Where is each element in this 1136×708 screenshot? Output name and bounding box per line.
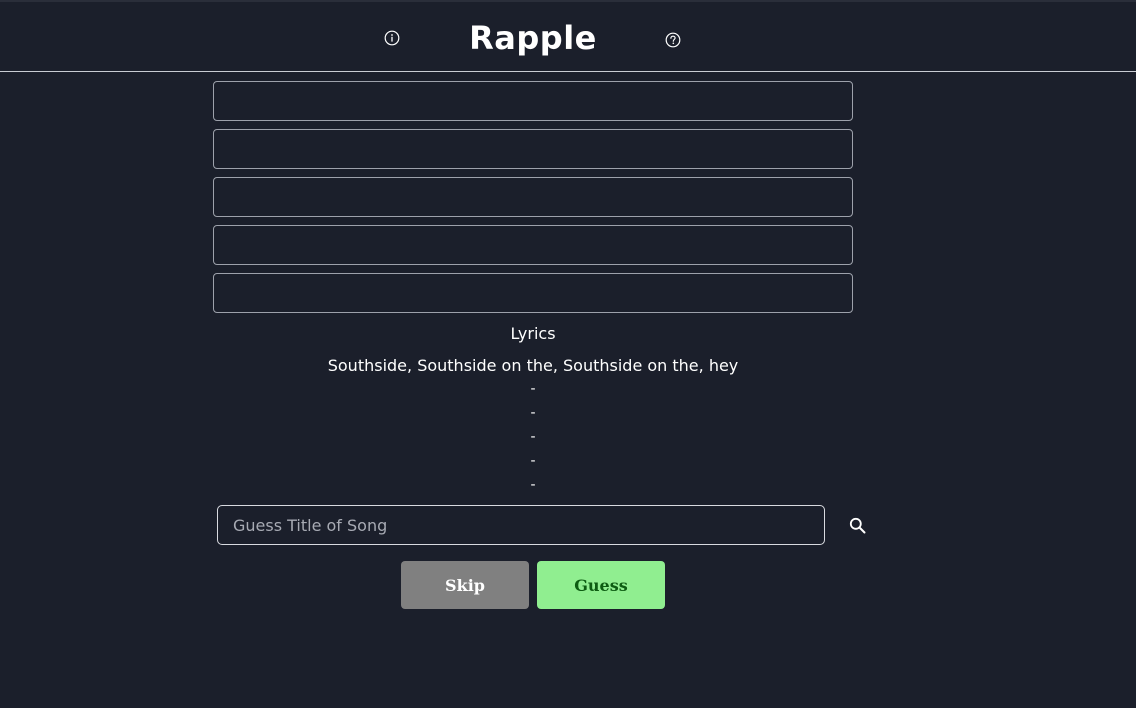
guess-slot-5 [213, 273, 853, 313]
lyric-line: Southside, Southside on the, Southside o… [327, 356, 739, 375]
help-icon[interactable] [665, 32, 681, 48]
skip-button[interactable]: Skip [401, 561, 529, 609]
hidden-lyric-line: - [530, 477, 536, 493]
app-title: Rapple [469, 19, 597, 57]
lyrics-heading: Lyrics [510, 324, 556, 343]
guess-slot-1 [213, 81, 853, 121]
hidden-lyric-line: - [530, 453, 536, 469]
header: Rapple [0, 0, 1136, 72]
page: Rapple Lyrics Southside, Southside on th… [0, 0, 1136, 708]
guess-button[interactable]: Guess [537, 561, 665, 609]
hidden-lyric-line: - [530, 381, 536, 397]
hidden-lyric-line: - [530, 405, 536, 421]
song-title-input[interactable] [217, 505, 825, 545]
guess-slot-2 [213, 129, 853, 169]
hidden-lyric-line: - [530, 429, 536, 445]
guess-slot-4 [213, 225, 853, 265]
search-icon[interactable] [849, 517, 866, 534]
guess-slot-3 [213, 177, 853, 217]
